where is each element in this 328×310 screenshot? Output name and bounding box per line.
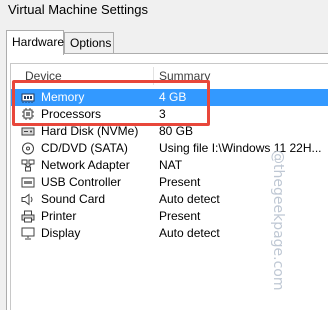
device-name: USB Controller [41,175,122,189]
device-row-hard-disk[interactable]: Hard Disk (NVMe) 80 GB [11,123,328,140]
device-summary: 80 GB [159,124,194,138]
device-name: Printer [41,209,77,223]
column-separator[interactable] [153,67,154,85]
processor-icon [21,108,35,121]
tab-hardware[interactable]: Hardware [6,30,64,55]
device-name: Network Adapter [41,158,130,172]
list-header: Device Summary [11,64,328,88]
cd-dvd-icon [21,142,35,155]
column-header-summary[interactable]: Summary [159,69,210,83]
network-adapter-icon [21,159,35,172]
device-row-memory[interactable]: Memory 4 GB [11,89,328,106]
display-icon [21,227,35,240]
watermark: @thegeekpage.com [270,150,286,291]
memory-icon [21,91,35,104]
device-summary: Auto detect [159,226,220,240]
tab-strip: Hardware Options [0,30,328,55]
tab-options[interactable]: Options [64,32,114,54]
device-summary: 4 GB [159,90,187,104]
device-row-processors[interactable]: Processors 3 [11,106,328,123]
device-name: Sound Card [41,192,106,206]
device-name: Hard Disk (NVMe) [41,124,139,138]
device-name: CD/DVD (SATA) [41,141,128,155]
device-summary: Present [159,175,201,189]
device-summary: NAT [159,158,183,172]
device-summary: Auto detect [159,192,220,206]
device-summary: 3 [159,107,166,121]
device-name: Processors [41,107,102,121]
printer-icon [21,210,35,223]
hard-disk-icon [21,125,35,138]
device-summary: Using file I:\Windows 11 22H... [159,141,322,155]
device-name: Memory [41,90,85,104]
sound-card-icon [21,193,35,206]
usb-controller-icon [21,176,35,189]
dialog-title: Virtual Machine Settings [8,2,148,17]
column-header-device[interactable]: Device [25,69,62,83]
device-name: Display [41,226,81,240]
device-summary: Present [159,209,201,223]
